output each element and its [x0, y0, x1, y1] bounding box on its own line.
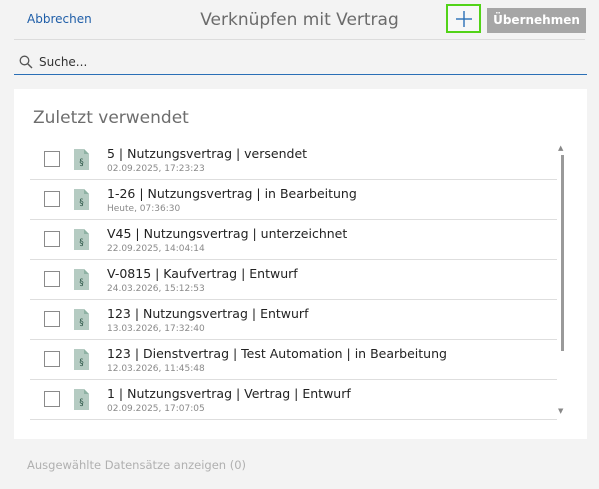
svg-text:§: §: [79, 398, 84, 408]
contract-timestamp: 22.09.2025, 14:04:14: [107, 244, 205, 254]
contract-label: V45 | Nutzungsvertrag | unterzeichnet: [107, 226, 348, 241]
select-checkbox[interactable]: [44, 191, 60, 207]
svg-text:§: §: [79, 238, 84, 248]
contract-timestamp: 02.09.2025, 17:23:23: [107, 164, 205, 174]
svg-text:§: §: [79, 318, 84, 328]
list-item[interactable]: § 1 | Nutzungsvertrag | Vertrag | Entwurf…: [30, 380, 557, 420]
recent-title: Zuletzt verwendet: [33, 108, 189, 128]
contract-document-icon: §: [74, 309, 89, 330]
search-icon: [19, 55, 33, 69]
select-checkbox[interactable]: [44, 151, 60, 167]
scroll-down-arrow[interactable]: ▼: [558, 407, 563, 415]
contract-label: V-0815 | Kaufvertrag | Entwurf: [107, 266, 298, 281]
contract-label: 123 | Dienstvertrag | Test Automation | …: [107, 346, 447, 361]
contract-document-icon: §: [74, 149, 89, 170]
search-input[interactable]: [39, 53, 579, 71]
list-item[interactable]: § V-0815 | Kaufvertrag | Entwurf 24.03.202…: [30, 260, 557, 300]
select-checkbox[interactable]: [44, 231, 60, 247]
contract-document-icon: §: [74, 269, 89, 290]
list-item[interactable]: § 123 | Nutzungsvertrag | Entwurf 13.03.20…: [30, 300, 557, 340]
svg-text:§: §: [79, 198, 84, 208]
contract-label: 1-26 | Nutzungsvertrag | in Bearbeitung: [107, 186, 357, 201]
contract-document-icon: §: [74, 349, 89, 370]
select-checkbox[interactable]: [44, 351, 60, 367]
plus-icon: [456, 11, 472, 27]
contract-label: 1 | Nutzungsvertrag | Vertrag | Entwurf: [107, 386, 351, 401]
svg-text:§: §: [79, 358, 84, 368]
contract-label: 5 | Nutzungsvertrag | versendet: [107, 146, 308, 161]
contract-label: 123 | Nutzungsvertrag | Entwurf: [107, 306, 309, 321]
svg-text:§: §: [79, 278, 84, 288]
select-checkbox[interactable]: [44, 271, 60, 287]
select-checkbox[interactable]: [44, 391, 60, 407]
contract-timestamp: 12.03.2026, 11:45:48: [107, 364, 205, 374]
list-item[interactable]: § 123 | Dienstvertrag | Test Automation |…: [30, 340, 557, 380]
contract-timestamp: 13.03.2026, 17:32:40: [107, 324, 205, 334]
contract-timestamp: Heute, 07:36:30: [107, 204, 181, 214]
contract-document-icon: §: [74, 189, 89, 210]
search-bar: [14, 52, 587, 75]
contract-document-icon: §: [74, 389, 89, 410]
list-item[interactable]: § V45 | Nutzungsvertrag | unterzeichnet 22…: [30, 220, 557, 260]
list-item[interactable]: § 1-26 | Nutzungsvertrag | in Bearbeitung…: [30, 180, 557, 220]
select-checkbox[interactable]: [44, 311, 60, 327]
list-item[interactable]: § 5 | Nutzungsvertrag | versendet 02.09.20…: [30, 140, 557, 180]
header-divider: [14, 39, 585, 40]
contract-timestamp: 02.09.2025, 17:07:05: [107, 404, 205, 414]
svg-text:§: §: [79, 158, 84, 168]
add-button[interactable]: [446, 4, 481, 33]
apply-button[interactable]: Übernehmen: [487, 8, 586, 33]
contract-document-icon: §: [74, 229, 89, 250]
scrollbar-thumb[interactable]: [561, 155, 564, 351]
dialog-header: Abbrechen Verknüpfen mit Vertrag Überneh…: [0, 0, 599, 40]
show-selected-link[interactable]: Ausgewählte Datensätze anzeigen (0): [27, 458, 246, 472]
contract-timestamp: 24.03.2026, 15:12:53: [107, 284, 205, 294]
scroll-up-arrow[interactable]: ▲: [558, 144, 563, 152]
